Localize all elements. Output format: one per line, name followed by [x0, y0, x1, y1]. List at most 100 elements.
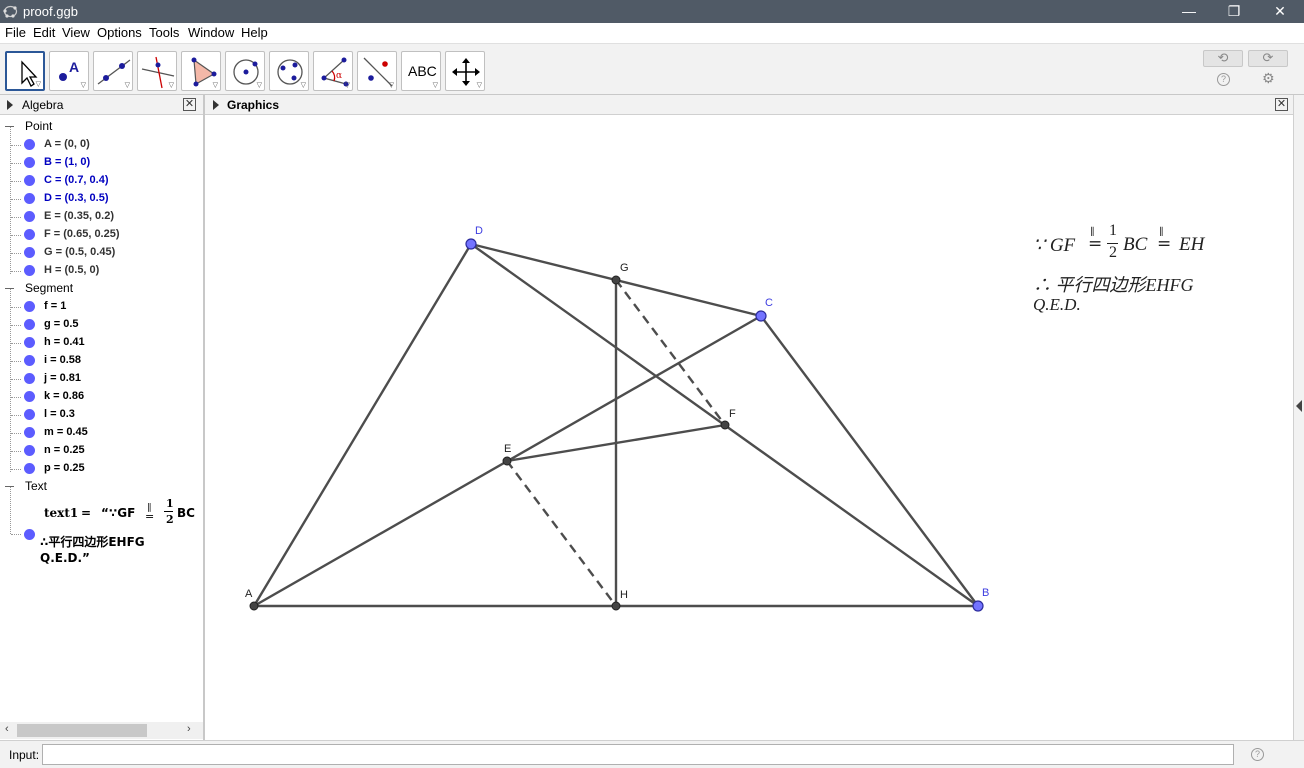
- text-tool-button[interactable]: ABC ▽: [401, 51, 441, 91]
- segment-j-visibility-dot[interactable]: [24, 373, 35, 384]
- graphics-collapse-triangle-icon[interactable]: [213, 100, 219, 110]
- collapse-segments-icon[interactable]: [5, 288, 14, 289]
- algebra-item-point-d[interactable]: D = (0.3, 0.5): [44, 192, 109, 204]
- segment-k-visibility-dot[interactable]: [24, 391, 35, 402]
- redo-button[interactable]: ⟳: [1248, 50, 1288, 67]
- move-tool-button[interactable]: ▽: [5, 51, 45, 91]
- algebra-item-segment-m[interactable]: m = 0.45: [44, 426, 88, 438]
- segment-m-visibility-dot[interactable]: [24, 427, 35, 438]
- point-f-visibility-dot[interactable]: [24, 229, 35, 240]
- construction-canvas[interactable]: A B C D E F G H: [205, 116, 1293, 740]
- reflect-tool-button[interactable]: ▽: [357, 51, 397, 91]
- algebra-view-header: Algebra ✕: [0, 95, 203, 115]
- point-h[interactable]: [612, 602, 620, 610]
- proof-text[interactable]: ∵ GF ∥ = 1 2 BC ∥ = EH ∴ 平行四边形EHFG Q.E.D…: [1031, 222, 1231, 318]
- proof-frac-den: 2: [1109, 244, 1117, 262]
- algebra-item-segment-k[interactable]: k = 0.86: [44, 390, 84, 402]
- perpendicular-line-tool-button[interactable]: ▽: [137, 51, 177, 91]
- algebra-item-point-g[interactable]: G = (0.5, 0.45): [44, 246, 115, 258]
- expand-sidebar-arrow-icon[interactable]: [1296, 400, 1302, 412]
- algebra-item-segment-h[interactable]: h = 0.41: [44, 336, 85, 348]
- circle-three-points-tool-button[interactable]: ▽: [269, 51, 309, 91]
- menu-file[interactable]: File: [5, 25, 26, 40]
- algebra-item-segment-j[interactable]: j = 0.81: [44, 372, 81, 384]
- point-c[interactable]: [756, 311, 766, 321]
- text1-frac-num: 1: [166, 497, 174, 510]
- segment-f-visibility-dot[interactable]: [24, 301, 35, 312]
- algebra-item-segment-n[interactable]: n = 0.25: [44, 444, 85, 456]
- point-h-visibility-dot[interactable]: [24, 265, 35, 276]
- algebra-collapse-triangle-icon[interactable]: [7, 100, 13, 110]
- segment-gf-dashed[interactable]: [616, 280, 725, 425]
- scrollbar-thumb[interactable]: [17, 724, 147, 737]
- segment-ad[interactable]: [254, 244, 471, 606]
- text1-name: text1: [44, 506, 78, 520]
- segment-g-visibility-dot[interactable]: [24, 319, 35, 330]
- segment-cb[interactable]: [761, 316, 978, 606]
- line-tool-button[interactable]: ▽: [93, 51, 133, 91]
- point-f[interactable]: [721, 421, 729, 429]
- proof-line3: Q.E.D.: [1033, 295, 1081, 315]
- graphics-view[interactable]: A B C D E F G H ∵ GF ∥ = 1 2 BC ∥ = EH ∴…: [205, 116, 1293, 740]
- menu-tools[interactable]: Tools: [149, 25, 179, 40]
- move-graphics-view-tool-button[interactable]: ▽: [445, 51, 485, 91]
- algebra-close-icon[interactable]: ✕: [183, 98, 196, 111]
- point-g-visibility-dot[interactable]: [24, 247, 35, 258]
- segment-p-visibility-dot[interactable]: [24, 463, 35, 474]
- window-title: proof.ggb: [23, 4, 78, 19]
- algebra-horizontal-scrollbar[interactable]: ‹ ›: [0, 722, 203, 739]
- point-c-visibility-dot[interactable]: [24, 175, 35, 186]
- algebra-item-segment-p[interactable]: p = 0.25: [44, 462, 85, 474]
- segment-h-visibility-dot[interactable]: [24, 337, 35, 348]
- menu-window[interactable]: Window: [188, 25, 234, 40]
- toolbar-help-icon[interactable]: ?: [1217, 73, 1230, 86]
- algebra-item-text1[interactable]: text1 = “∵GF ∥ = 1 2 BC ∴平行四边形EHFG Q.E.D…: [40, 496, 203, 568]
- algebra-item-segment-l[interactable]: l = 0.3: [44, 408, 75, 420]
- point-b[interactable]: [973, 601, 983, 611]
- input-help-icon[interactable]: ?: [1251, 748, 1264, 761]
- algebra-item-point-b[interactable]: B = (1, 0): [44, 156, 90, 168]
- algebra-item-segment-g[interactable]: g = 0.5: [44, 318, 79, 330]
- settings-gear-icon[interactable]: ⚙: [1262, 70, 1275, 87]
- menu-options[interactable]: Options: [97, 25, 142, 40]
- point-b-visibility-dot[interactable]: [24, 157, 35, 168]
- close-window-button[interactable]: ✕: [1257, 0, 1303, 23]
- point-tool-button[interactable]: A ▽: [49, 51, 89, 91]
- collapse-points-icon[interactable]: [5, 126, 14, 127]
- minimize-button[interactable]: —: [1166, 0, 1212, 23]
- text1-visibility-dot[interactable]: [24, 529, 35, 540]
- menu-view[interactable]: View: [62, 25, 90, 40]
- algebra-item-point-h[interactable]: H = (0.5, 0): [44, 264, 99, 276]
- algebra-item-point-c[interactable]: C = (0.7, 0.4): [44, 174, 109, 186]
- point-a[interactable]: [250, 602, 258, 610]
- command-input-field[interactable]: [42, 744, 1234, 765]
- algebra-item-point-e[interactable]: E = (0.35, 0.2): [44, 210, 114, 222]
- maximize-button[interactable]: ❐: [1211, 0, 1257, 23]
- algebra-item-point-f[interactable]: F = (0.65, 0.25): [44, 228, 120, 240]
- undo-button[interactable]: ⟲: [1203, 50, 1243, 67]
- point-e[interactable]: [503, 457, 511, 465]
- algebra-item-segment-i[interactable]: i = 0.58: [44, 354, 81, 366]
- scroll-left-icon[interactable]: ‹: [5, 723, 9, 735]
- collapse-texts-icon[interactable]: [5, 486, 14, 487]
- point-g[interactable]: [612, 276, 620, 284]
- polygon-tool-button[interactable]: ▽: [181, 51, 221, 91]
- segment-n-visibility-dot[interactable]: [24, 445, 35, 456]
- segment-l-visibility-dot[interactable]: [24, 409, 35, 420]
- menu-edit[interactable]: Edit: [33, 25, 55, 40]
- algebra-item-segment-f[interactable]: f = 1: [44, 300, 66, 312]
- text1-line2: ∴平行四边形EHFG: [40, 533, 145, 550]
- algebra-item-point-a[interactable]: A = (0, 0): [44, 138, 90, 150]
- angle-tool-button[interactable]: α ▽: [313, 51, 353, 91]
- graphics-close-icon[interactable]: ✕: [1275, 98, 1288, 111]
- label-e: E: [504, 443, 511, 455]
- menu-help[interactable]: Help: [241, 25, 268, 40]
- scroll-right-icon[interactable]: ›: [187, 723, 191, 735]
- point-d[interactable]: [466, 239, 476, 249]
- segment-eh-dashed[interactable]: [507, 461, 616, 606]
- point-e-visibility-dot[interactable]: [24, 211, 35, 222]
- segment-i-visibility-dot[interactable]: [24, 355, 35, 366]
- point-a-visibility-dot[interactable]: [24, 139, 35, 150]
- circle-center-point-tool-button[interactable]: ▽: [225, 51, 265, 91]
- point-d-visibility-dot[interactable]: [24, 193, 35, 204]
